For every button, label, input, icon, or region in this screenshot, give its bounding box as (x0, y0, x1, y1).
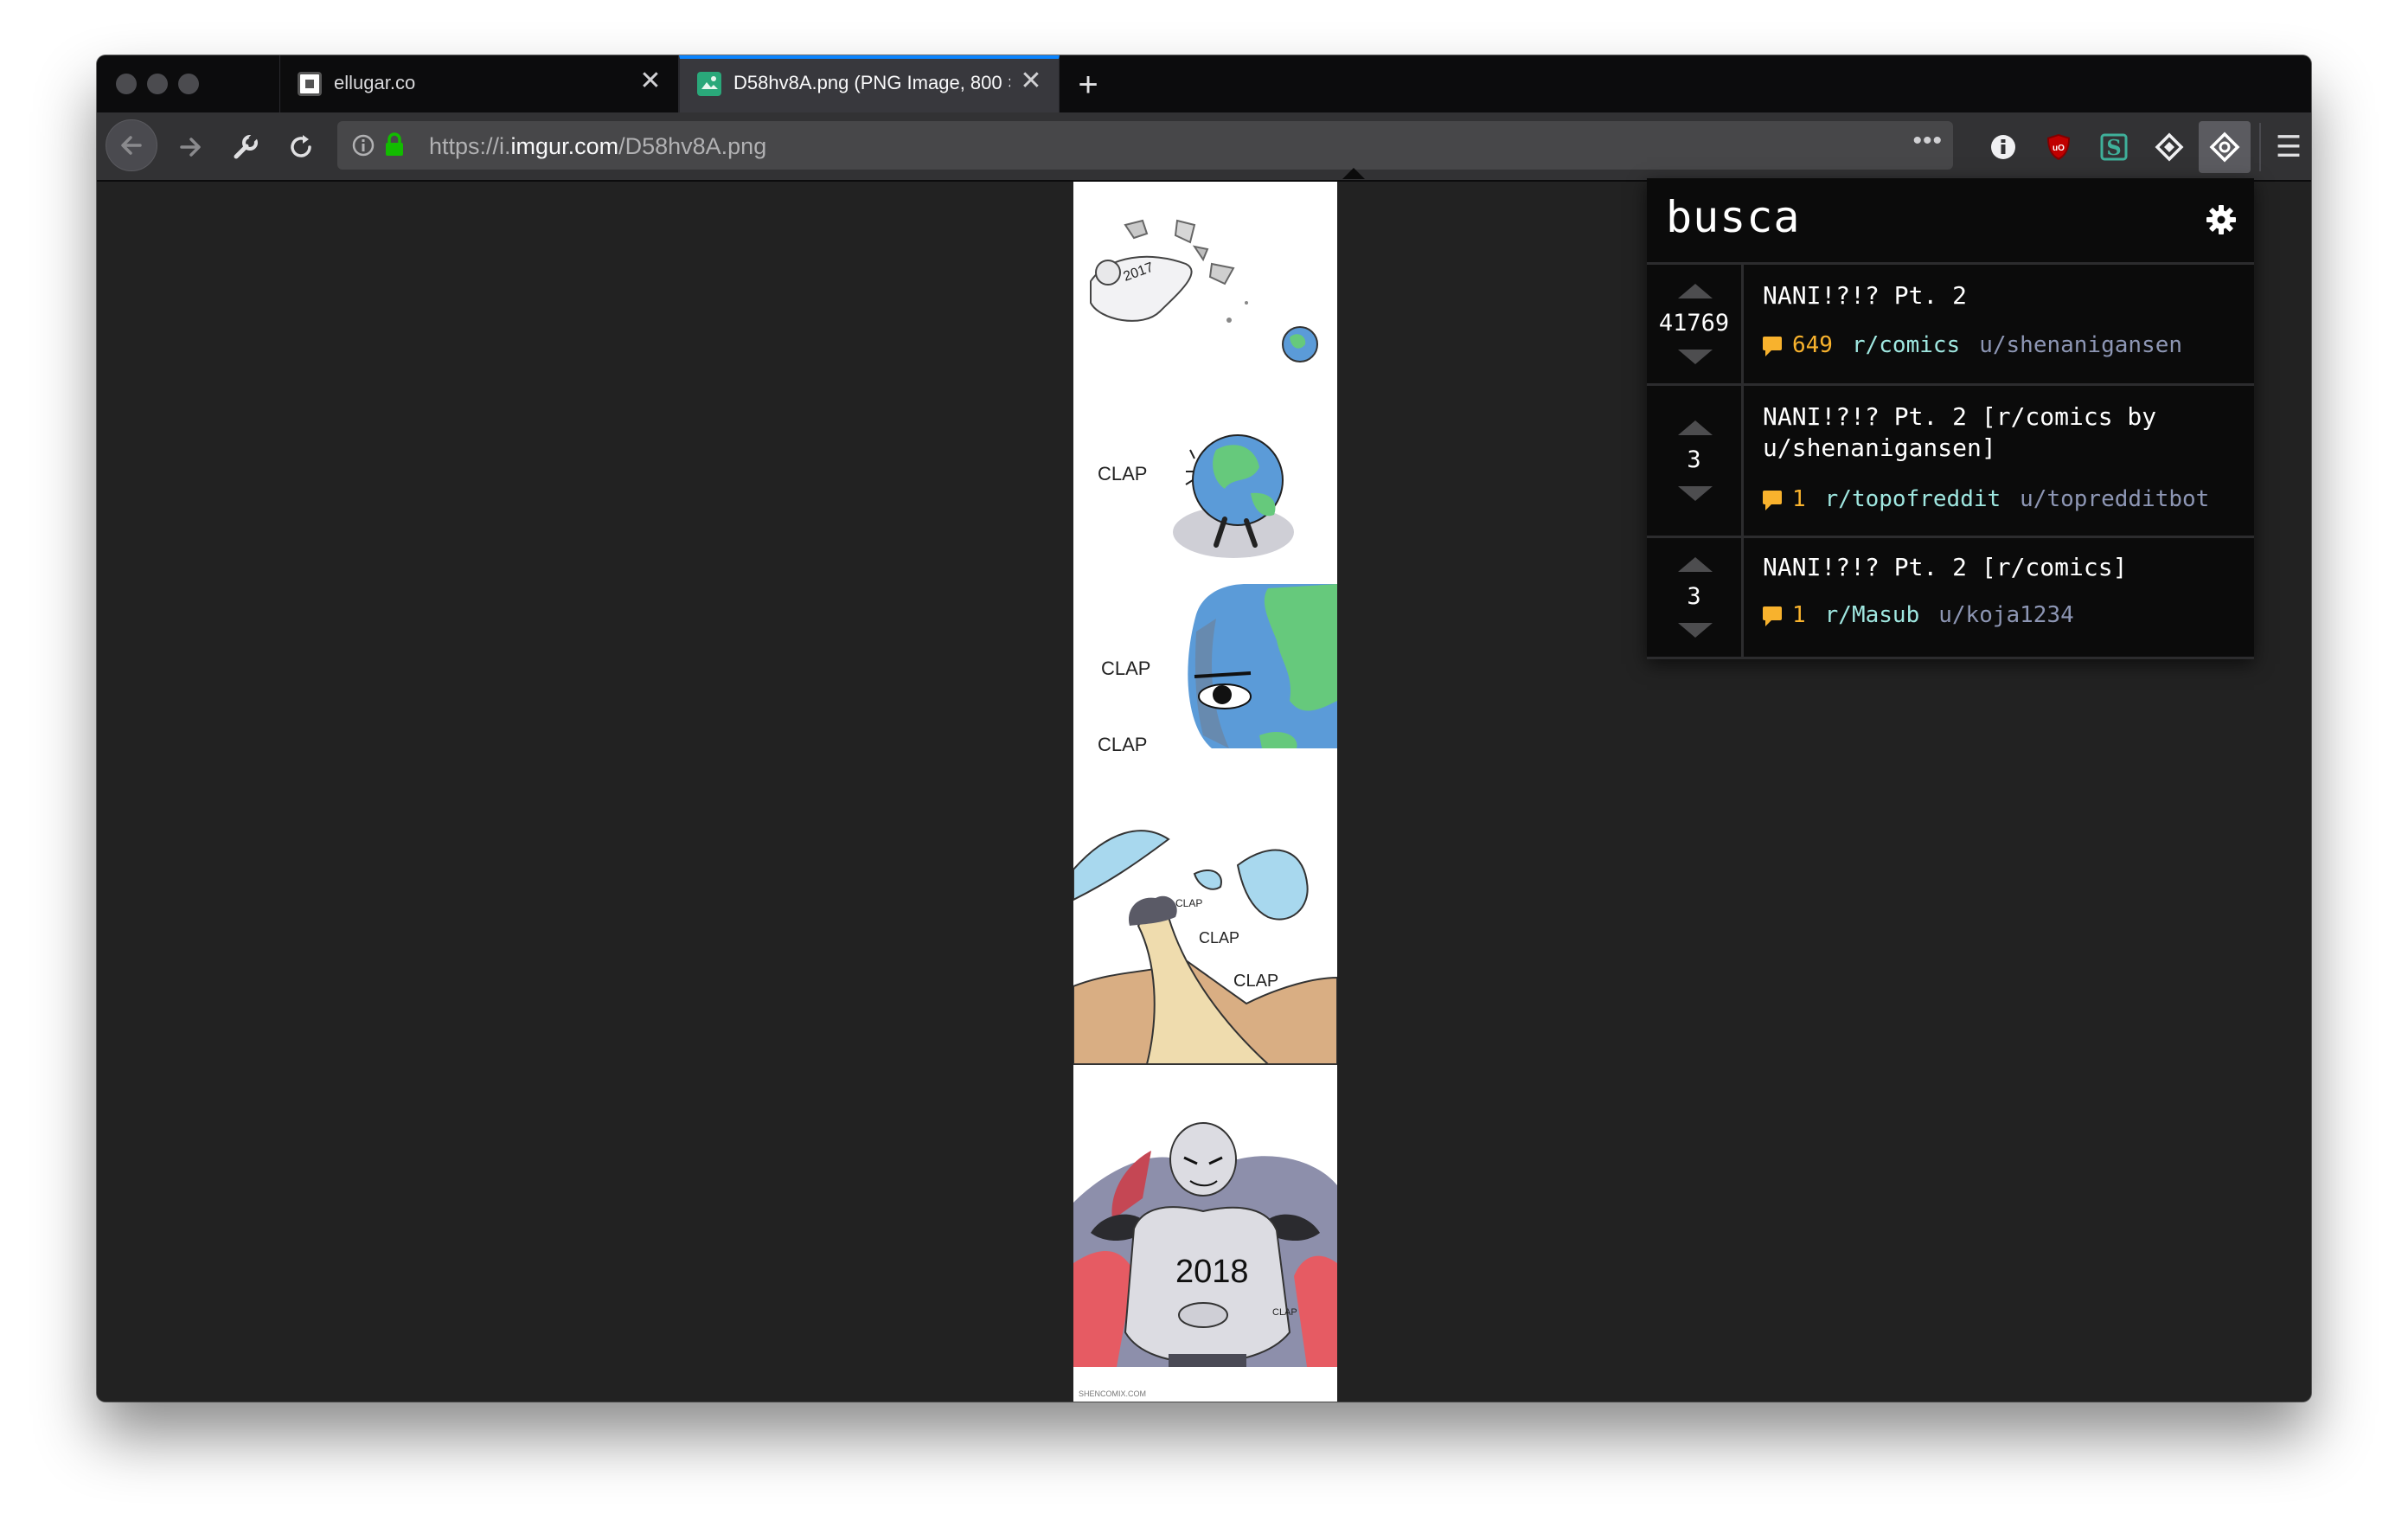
panel-2: CLAP (1098, 434, 1294, 558)
subreddit-link[interactable]: r/comics (1852, 332, 1960, 358)
reload-button[interactable] (277, 123, 325, 171)
comic-text-clap: CLAP (1098, 734, 1147, 755)
comment-count[interactable]: 649 (1792, 332, 1833, 358)
score: 3 (1687, 446, 1701, 473)
new-tab-button[interactable]: + (1064, 61, 1112, 109)
ublock-shield-icon: uO (2047, 134, 2070, 160)
result-meta: 1 r/Masub u/koja1234 (1763, 602, 2074, 628)
panel-4: CLAP CLAP CLAP (1073, 830, 1338, 1065)
subreddit-link[interactable]: r/topofreddit (1825, 486, 2001, 512)
url-host: imgur.com (510, 133, 619, 159)
info-icon[interactable] (351, 133, 375, 157)
score: 41769 (1658, 310, 1730, 337)
comic-text-clap: CLAP (1175, 897, 1202, 909)
comic-image[interactable]: 2017 CLAP CLAP CLAP CLAP CLAP CLAP 2018 … (1073, 182, 1338, 1402)
developer-tools-button[interactable] (221, 123, 270, 171)
comic-text-2018: 2018 (1175, 1254, 1249, 1290)
image-favicon-icon (697, 72, 721, 96)
author-link[interactable]: u/topredditbot (2020, 486, 2209, 512)
page-actions-button[interactable]: ••• (1912, 126, 1943, 156)
ellugar-favicon-icon (298, 72, 322, 96)
panel-1: 2017 (1090, 219, 1318, 363)
wrench-icon (234, 132, 259, 159)
panel-3: CLAP CLAP (1098, 584, 1337, 755)
busca-extension-button[interactable] (2199, 121, 2251, 173)
downvote-arrow-icon[interactable] (1678, 350, 1713, 364)
close-window-button[interactable] (116, 74, 137, 94)
minimize-window-button[interactable] (147, 74, 168, 94)
reload-icon (291, 135, 311, 157)
comic-credit: SHENCOMIX.COM (1079, 1389, 1146, 1398)
svg-text:S: S (2106, 135, 2121, 160)
comment-bubble-icon (1763, 491, 1782, 510)
result-item[interactable]: 3 NANI!?!? Pt. 2 [r/comics] 1 r/Masub u/… (1647, 538, 2254, 659)
author-link[interactable]: u/koja1234 (1938, 602, 2074, 628)
result-item[interactable]: 3 NANI!?!? Pt. 2 [r/comics by u/shenanig… (1647, 386, 2254, 538)
url-bar[interactable]: https://i.imgur.com/D58hv8A.png ••• (337, 121, 1953, 170)
info-extension-button[interactable] (1979, 123, 2027, 171)
tab-title: D58hv8A.png (PNG Image, 800 × 3700 pixel… (733, 72, 1010, 93)
comment-count[interactable]: 1 (1792, 486, 1806, 512)
url-scheme: https://i. (429, 133, 511, 159)
vote-column: 3 (1647, 386, 1744, 536)
forward-button[interactable] (166, 123, 215, 171)
comment-count[interactable]: 1 (1792, 602, 1806, 628)
tab-ellugar[interactable]: ellugar.co ✕ (279, 55, 679, 112)
busca-diamond-icon (2209, 132, 2240, 163)
comic-text-clap: CLAP (1101, 658, 1150, 679)
settings-gear-icon[interactable] (2206, 204, 2237, 235)
busca-popup: busca 41769 NANI!?!? Pt. 2 649 r/comics … (1647, 178, 2254, 659)
close-tab-icon[interactable]: ✕ (1015, 66, 1047, 97)
result-meta: 1 r/topofreddit u/topredditbot (1763, 486, 2209, 512)
panel-5: 2018 CLAP (1073, 1122, 1337, 1367)
tab-imgur-image[interactable]: D58hv8A.png (PNG Image, 800 × 3700 pixel… (679, 55, 1060, 112)
downvote-arrow-icon[interactable] (1678, 486, 1713, 501)
info-circle-icon (1991, 135, 2015, 159)
vote-column: 41769 (1647, 265, 1744, 383)
tab-title: ellugar.co (334, 72, 416, 93)
comic-strip-illustration: 2017 CLAP CLAP CLAP CLAP CLAP CLAP 2018 … (1073, 219, 1338, 1398)
downvote-arrow-icon[interactable] (1678, 623, 1713, 638)
subreddit-link[interactable]: r/Masub (1825, 602, 1920, 628)
comment-bubble-icon (1763, 337, 1782, 356)
comment-bubble-icon (1763, 606, 1782, 626)
menu-button[interactable]: ☰ (2264, 123, 2311, 171)
result-title[interactable]: NANI!?!? Pt. 2 [r/comics by u/shenanigan… (1763, 401, 2230, 464)
result-item[interactable]: 41769 NANI!?!? Pt. 2 649 r/comics u/shen… (1647, 265, 2254, 386)
url-text[interactable]: https://i.imgur.com/D58hv8A.png (429, 133, 766, 160)
result-title[interactable]: NANI!?!? Pt. 2 (1763, 280, 2230, 311)
score: 3 (1687, 583, 1701, 610)
link-diamond-icon (2155, 132, 2184, 162)
comic-text-clap: CLAP (1233, 972, 1278, 991)
popup-arrow (1342, 168, 1365, 179)
browser-window: ellugar.co ✕ D58hv8A.png (PNG Image, 800… (97, 55, 2311, 1402)
link-extension-button[interactable] (2145, 123, 2193, 171)
url-path: /D58hv8A.png (618, 133, 767, 159)
zoom-window-button[interactable] (178, 74, 199, 94)
lock-icon[interactable] (382, 132, 407, 157)
upvote-arrow-icon[interactable] (1678, 284, 1713, 298)
comic-text-clap: CLAP (1272, 1307, 1297, 1318)
result-meta: 649 r/comics u/shenanigansen (1763, 332, 2182, 358)
upvote-arrow-icon[interactable] (1678, 557, 1713, 572)
back-button[interactable] (106, 119, 157, 171)
navigation-toolbar: https://i.imgur.com/D58hv8A.png ••• uO S… (97, 112, 2311, 182)
svg-text:uO: uO (2053, 144, 2065, 153)
popup-header: busca (1647, 178, 2254, 265)
close-tab-icon[interactable]: ✕ (635, 66, 666, 97)
stylus-icon: S (2100, 133, 2128, 161)
vote-column: 3 (1647, 538, 1744, 657)
comic-text-clap: CLAP (1098, 463, 1147, 484)
result-title[interactable]: NANI!?!? Pt. 2 [r/comics] (1763, 552, 2230, 583)
forward-arrow-icon (180, 138, 201, 157)
popup-title: busca (1666, 192, 1801, 242)
tab-strip: ellugar.co ✕ D58hv8A.png (PNG Image, 800… (97, 55, 2311, 112)
stylus-extension-button[interactable]: S (2090, 123, 2138, 171)
comic-text-clap: CLAP (1199, 929, 1239, 946)
toolbar-separator (2259, 123, 2261, 171)
ublock-extension-button[interactable]: uO (2034, 123, 2083, 171)
back-arrow-icon (121, 136, 142, 155)
author-link[interactable]: u/shenanigansen (1979, 332, 2182, 358)
upvote-arrow-icon[interactable] (1678, 420, 1713, 435)
